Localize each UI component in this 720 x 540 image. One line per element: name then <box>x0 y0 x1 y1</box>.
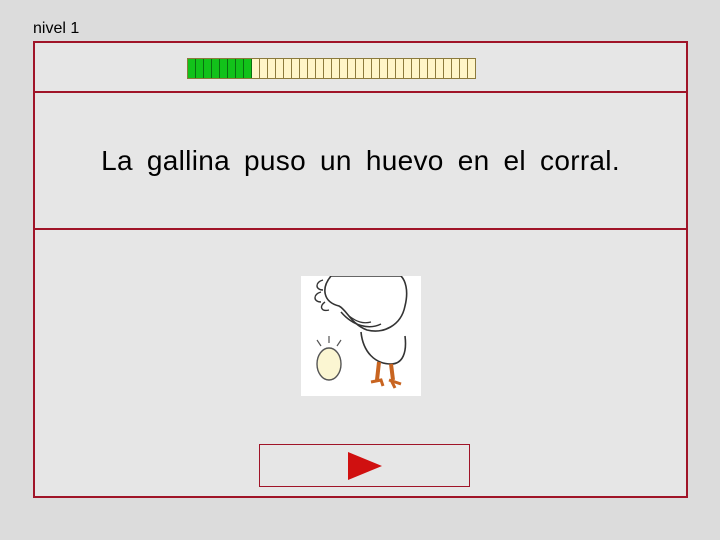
progress-segment-empty <box>388 59 396 78</box>
progress-segment-empty <box>372 59 380 78</box>
progress-segment-empty <box>356 59 364 78</box>
progress-segment-empty <box>316 59 324 78</box>
progress-band <box>35 43 686 93</box>
progress-segment-empty <box>428 59 436 78</box>
progress-segment-empty <box>364 59 372 78</box>
progress-segment-empty <box>444 59 452 78</box>
progress-segment-empty <box>348 59 356 78</box>
progress-segment-empty <box>308 59 316 78</box>
progress-segment-empty <box>252 59 260 78</box>
exercise-frame: La gallina puso un huevo en el corral. <box>33 41 688 498</box>
progress-segment-done <box>220 59 228 78</box>
progress-segment-empty <box>468 59 475 78</box>
progress-segment-empty <box>276 59 284 78</box>
sentence-text: La gallina puso un huevo en el corral. <box>101 145 620 176</box>
progress-bar <box>187 58 476 79</box>
hen-laying-egg-icon <box>301 275 421 396</box>
progress-segment-empty <box>460 59 468 78</box>
progress-segment-empty <box>404 59 412 78</box>
progress-segment-empty <box>412 59 420 78</box>
progress-segment-done <box>244 59 252 78</box>
progress-segment-empty <box>380 59 388 78</box>
progress-segment-done <box>188 59 196 78</box>
progress-segment-empty <box>396 59 404 78</box>
progress-segment-done <box>212 59 220 78</box>
progress-segment-empty <box>292 59 300 78</box>
progress-segment-empty <box>284 59 292 78</box>
level-label: nivel 1 <box>33 20 80 37</box>
progress-segment-empty <box>436 59 444 78</box>
next-button[interactable] <box>259 444 470 487</box>
progress-segment-empty <box>260 59 268 78</box>
progress-segment-empty <box>420 59 428 78</box>
sentence-band: La gallina puso un huevo en el corral. <box>35 93 686 230</box>
play-arrow-icon <box>347 451 382 480</box>
progress-segment-done <box>204 59 212 78</box>
progress-segment-empty <box>332 59 340 78</box>
progress-segment-done <box>228 59 236 78</box>
progress-segment-done <box>196 59 204 78</box>
progress-segment-empty <box>452 59 460 78</box>
progress-segment-empty <box>300 59 308 78</box>
progress-segment-done <box>236 59 244 78</box>
progress-segment-empty <box>268 59 276 78</box>
progress-segment-empty <box>340 59 348 78</box>
progress-segment-empty <box>324 59 332 78</box>
